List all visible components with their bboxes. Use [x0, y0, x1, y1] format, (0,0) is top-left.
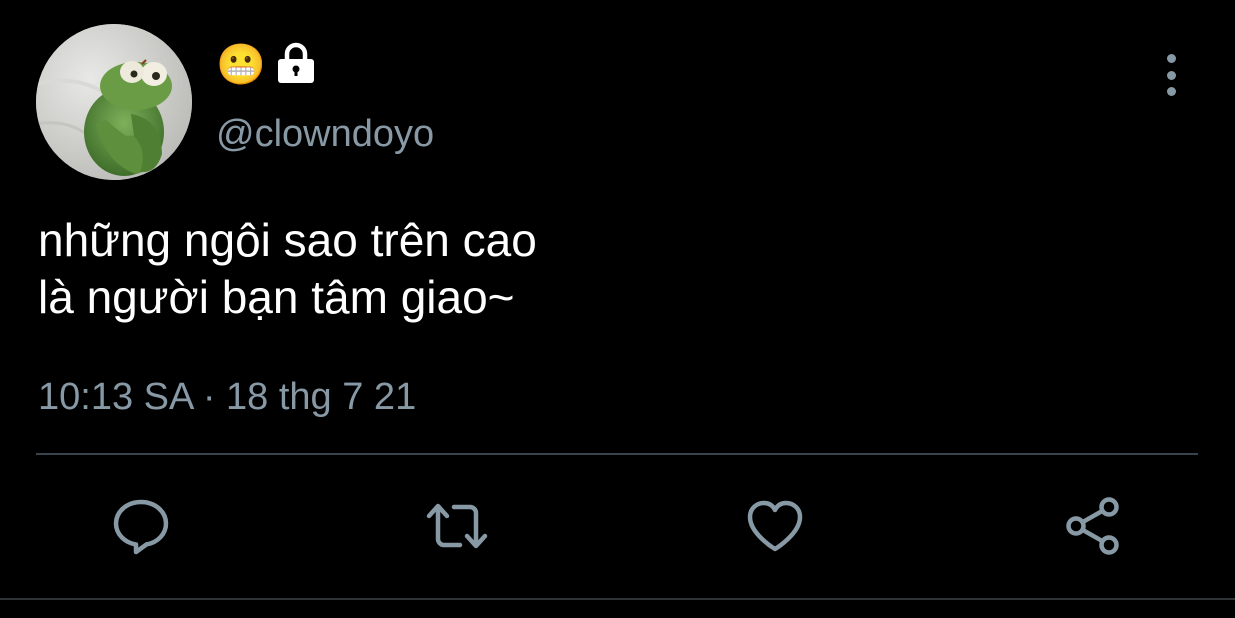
comment-icon: [112, 497, 170, 555]
heart-icon: [746, 499, 804, 553]
retweet-button[interactable]: [424, 496, 490, 556]
tweet-timestamp[interactable]: 10:13 SA · 18 thg 7 21: [38, 374, 416, 420]
avatar-image: [36, 24, 192, 180]
like-button[interactable]: [745, 496, 805, 556]
lock-icon: [276, 42, 316, 89]
divider: [36, 453, 1198, 455]
retweet-icon: [424, 497, 490, 555]
tweet-text-line: những ngôi sao trên cao: [38, 214, 537, 266]
tweet-date: 18 thg 7 21: [226, 376, 417, 418]
tweet-time: 10:13 SA: [38, 376, 193, 418]
share-button[interactable]: [1063, 496, 1123, 556]
tweet-text: những ngôi sao trên cao là người bạn tâm…: [38, 212, 1188, 326]
bottom-divider: [0, 598, 1235, 600]
display-name-row: 😬: [216, 42, 316, 88]
reply-button[interactable]: [111, 496, 171, 556]
tweet-detail: 😬 @clowndoyo những ngôi sao trên cao là …: [0, 0, 1235, 618]
share-icon: [1064, 497, 1122, 555]
display-name-emoji: 😬: [216, 43, 266, 87]
more-options-icon[interactable]: [1154, 54, 1188, 96]
meta-separator: ·: [202, 376, 216, 418]
avatar[interactable]: [36, 24, 192, 180]
tweet-text-line: là người bạn tâm giao~: [38, 271, 515, 323]
user-handle[interactable]: @clowndoyo: [216, 112, 434, 156]
